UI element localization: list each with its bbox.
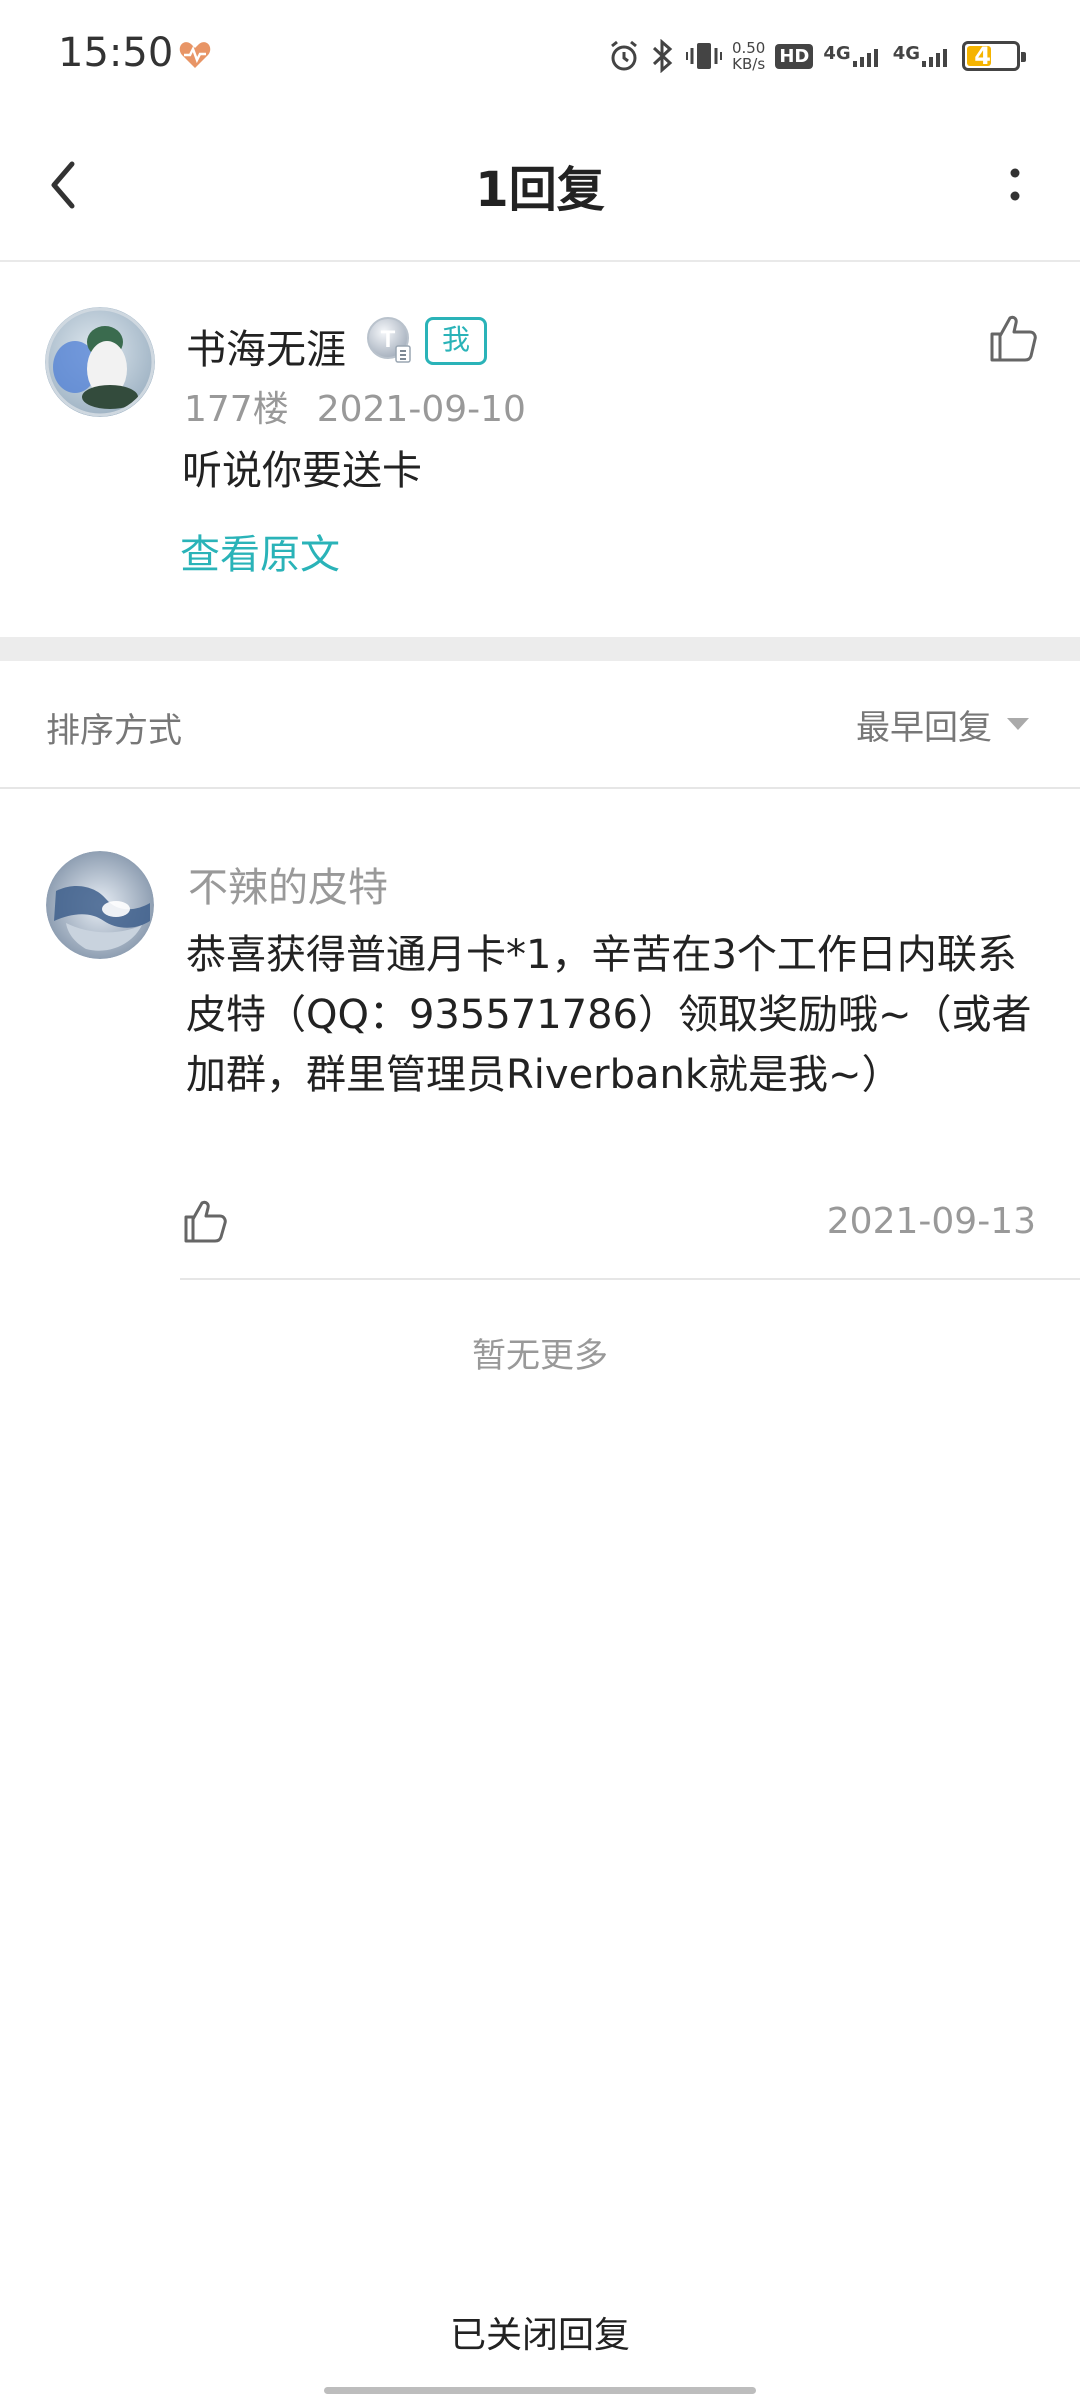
avatar[interactable]	[45, 307, 155, 417]
hd-voice-icon: HD	[775, 43, 814, 69]
sort-bar: 排序方式 最早回复	[0, 661, 1080, 789]
post-date: 2021-09-10	[316, 389, 526, 430]
status-bar: 15:50 0.50 KB/s HD 4G 4G 49	[0, 0, 1080, 110]
signal-bars-icon	[852, 49, 878, 67]
no-more-text: 暂无更多	[472, 1336, 608, 1376]
reply-author-name[interactable]: 不辣的皮特	[188, 855, 388, 913]
signal-bars-icon	[922, 49, 947, 67]
section-divider	[0, 637, 1080, 661]
status-icons: 0.50 KB/s HD 4G 4G 49	[608, 34, 1026, 78]
reply-item: 不辣的皮特 恭喜获得普通月卡*1，辛苦在3个工作日内联系皮特（QQ：935571…	[0, 789, 1080, 1280]
sort-value: 最早回复	[856, 707, 992, 748]
author-name[interactable]: 书海无涯	[186, 317, 346, 375]
battery-icon: 49	[962, 41, 1026, 71]
reply-date: 2021-09-13	[826, 1201, 1036, 1242]
heart-pulse-icon	[179, 42, 211, 68]
signal-1: 4G	[823, 45, 882, 67]
signal-2: 4G	[893, 45, 952, 67]
sort-dropdown[interactable]: 最早回复	[856, 701, 1030, 748]
post-content: 听说你要送卡	[182, 448, 422, 494]
level-badge-icon: T	[367, 317, 411, 363]
page-title: 1回复	[475, 162, 605, 218]
me-badge: 我	[425, 317, 487, 365]
divider	[180, 1278, 1080, 1280]
dropdown-triangle-icon	[1007, 718, 1029, 730]
alarm-icon	[611, 40, 637, 71]
sort-label: 排序方式	[46, 711, 182, 751]
battery-percent: 49	[974, 42, 1008, 70]
vibrate-icon	[685, 43, 722, 69]
original-post: 书海无涯 T 我 177楼 2021-09-10 听说你要送卡 查看原文	[0, 262, 1080, 637]
svg-text:T: T	[381, 326, 396, 353]
reply-content: 恭喜获得普通月卡*1，辛苦在3个工作日内联系皮特（QQ：935571786）领取…	[186, 932, 1032, 1098]
home-indicator[interactable]	[324, 2387, 756, 2394]
status-time: 15:50	[58, 30, 174, 76]
more-vertical-icon[interactable]	[990, 150, 1040, 220]
network-speed: 0.50 KB/s	[731, 39, 766, 73]
thumbs-up-icon[interactable]	[984, 310, 1040, 366]
avatar[interactable]	[46, 851, 154, 959]
post-meta: 177楼 2021-09-10	[184, 380, 526, 432]
bluetooth-icon	[652, 39, 673, 73]
floor-number: 177楼	[184, 389, 289, 430]
app-header: 1回复	[0, 110, 1080, 262]
replies-closed-notice: 已关闭回复	[449, 2315, 630, 2356]
view-original-link[interactable]: 查看原文	[180, 522, 340, 580]
thumbs-up-icon[interactable]	[180, 1197, 228, 1245]
